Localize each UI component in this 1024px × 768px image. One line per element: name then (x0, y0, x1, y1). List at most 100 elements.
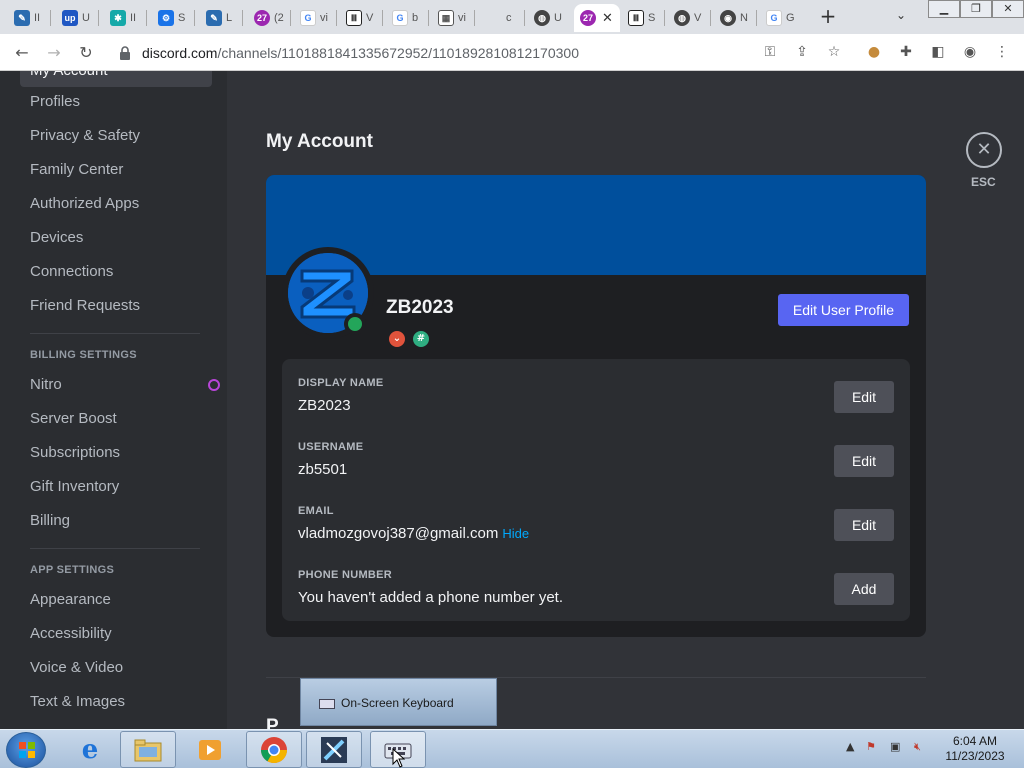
sidebar-item-gift-inventory[interactable]: Gift Inventory (20, 471, 212, 503)
close-tab-icon[interactable]: ✕ (602, 10, 613, 26)
star-icon[interactable]: ☆ (823, 41, 845, 63)
on-screen-keyboard-preview[interactable]: On-Screen Keyboard (300, 678, 497, 726)
sidebar-item-friend-requests[interactable]: Friend Requests (20, 290, 212, 322)
field-label: USERNAME (298, 441, 364, 453)
phone-number-field: PHONE NUMBER You haven't added a phone n… (298, 569, 894, 619)
field-value: You haven't added a phone number yet. (298, 589, 564, 606)
browser-tab[interactable]: ⚙ S (152, 4, 188, 32)
google-icon: G (392, 10, 408, 26)
add-phone-button[interactable]: Add (834, 573, 894, 605)
sidebar-item-profiles[interactable]: Profiles (20, 86, 212, 118)
taskbar-internet-explorer[interactable]: e (62, 731, 118, 768)
sidebar-item-nitro[interactable]: Nitro (20, 369, 220, 401)
browser-tab-strip: ✎ II up U ✱ II ⚙ S ✎ L 27 (2 G vi Ⅲ V G … (0, 0, 1024, 34)
browser-tab[interactable]: ✱ II (104, 4, 140, 32)
mouse-cursor-icon (392, 748, 406, 768)
network-icon[interactable]: ▣ (890, 740, 900, 753)
field-value: zb5501 (298, 461, 348, 478)
action-center-flag-icon[interactable]: ⚑ (866, 740, 876, 753)
browser-tab[interactable]: ◍ V (668, 4, 704, 32)
sidebar-item-appearance[interactable]: Appearance (20, 584, 212, 616)
sidebar-item-label: Nitro (30, 376, 62, 393)
sidebar-item-connections[interactable]: Connections (20, 256, 212, 288)
windows-logo-icon (19, 742, 35, 758)
counter-badge-icon: 27 (580, 10, 596, 26)
volume-muted-icon[interactable]: 🔇︎ (914, 740, 921, 754)
show-hidden-icons-icon[interactable]: ▲ (846, 740, 854, 753)
sidebar-item-voice-video[interactable]: Voice & Video (20, 652, 212, 684)
hashtag-icon[interactable]: # (413, 331, 429, 347)
edit-display-name-button[interactable]: Edit (834, 381, 894, 413)
reload-icon[interactable]: ↻ (74, 41, 98, 65)
billing-settings-header: BILLING SETTINGS (30, 349, 137, 361)
tab-search-chevron-icon[interactable]: ⌄ (896, 8, 906, 22)
internet-explorer-icon: e (81, 734, 99, 765)
sidebar-divider (30, 548, 200, 549)
browser-tab[interactable]: ✎ L (200, 4, 236, 32)
kebab-menu-icon[interactable]: ⋮ (991, 41, 1013, 63)
restore-icon[interactable]: ❐ (960, 0, 992, 18)
sidebar-item-billing[interactable]: Billing (20, 505, 212, 537)
taskbar-chrome[interactable] (246, 731, 302, 768)
browser-tab[interactable]: ◍ U (528, 4, 564, 32)
new-tab-button[interactable]: + (816, 5, 840, 29)
taskbar-clock[interactable]: 6:04 AM 11/23/2023 (940, 734, 1010, 764)
hide-email-link[interactable]: Hide (502, 526, 529, 541)
edit-username-button[interactable]: Edit (834, 445, 894, 477)
feather-icon: ✎ (14, 10, 30, 26)
next-section-title: P (266, 716, 279, 729)
side-panel-icon[interactable]: ◧ (927, 41, 949, 63)
minimize-icon[interactable]: ▁ (928, 0, 960, 18)
sidebar-item-family-center[interactable]: Family Center (20, 154, 212, 186)
url-path: /channels/1101881841335672952/1101892810… (217, 45, 579, 61)
key-icon[interactable]: ⚿ (759, 41, 781, 63)
browser-tab[interactable]: c (480, 4, 516, 32)
browser-tab[interactable]: G G (760, 4, 796, 32)
profile-avatar-icon[interactable]: ◉ (959, 41, 981, 63)
address-bar[interactable]: discord.com/channels/1101881841335672952… (108, 39, 848, 67)
taskbar-file-explorer[interactable] (120, 731, 176, 768)
sidebar-item-authorized-apps[interactable]: Authorized Apps (20, 188, 212, 220)
forward-arrow-icon[interactable]: → (42, 41, 66, 65)
tab-separator (756, 10, 757, 26)
browser-tab[interactable]: G b (386, 4, 422, 32)
browser-tab[interactable]: Ⅲ V (340, 4, 376, 32)
chrome-icon: ◉ (720, 10, 736, 26)
close-icon: ✕ (976, 139, 992, 160)
start-button[interactable] (6, 732, 46, 768)
sidebar-item-privacy-safety[interactable]: Privacy & Safety (20, 120, 212, 152)
browser-tab[interactable]: ▦ vi (432, 4, 468, 32)
browser-tab[interactable]: G vi (294, 4, 330, 32)
extensions-puzzle-icon[interactable]: ✚ (895, 41, 917, 63)
hypesquad-icon[interactable]: ⌄ (389, 331, 405, 347)
settings-sidebar: My Account Profiles Privacy & Safety Fam… (0, 71, 227, 729)
cookie-icon[interactable]: ● (863, 41, 885, 63)
browser-tab[interactable]: up U (56, 4, 92, 32)
sidebar-item-accessibility[interactable]: Accessibility (20, 618, 212, 650)
sidebar-item-my-account[interactable]: My Account (20, 71, 212, 87)
sidebar-item-server-boost[interactable]: Server Boost (20, 403, 212, 435)
taskbar-media-player[interactable] (182, 731, 238, 768)
browser-tab[interactable]: 27 (2 (248, 4, 284, 32)
edit-email-button[interactable]: Edit (834, 509, 894, 541)
esc-label: ESC (971, 175, 996, 189)
browser-tab-active[interactable]: 27 ✕ (574, 4, 620, 32)
share-icon[interactable]: ⇪ (791, 41, 813, 63)
browser-tab[interactable]: Ⅲ S (622, 4, 658, 32)
close-settings-button[interactable]: ✕ (966, 132, 1002, 168)
tab-separator (194, 10, 195, 26)
tab-separator (336, 10, 337, 26)
sidebar-item-text-images[interactable]: Text & Images (20, 686, 212, 718)
edit-user-profile-button[interactable]: Edit User Profile (778, 294, 909, 326)
browser-tab[interactable]: ✎ II (8, 4, 44, 32)
museum-icon: Ⅲ (346, 10, 362, 26)
back-arrow-icon[interactable]: ← (10, 41, 34, 65)
tab-separator (428, 10, 429, 26)
browser-tab[interactable]: ◉ N (714, 4, 750, 32)
sidebar-item-devices[interactable]: Devices (20, 222, 212, 254)
sidebar-divider (30, 333, 200, 334)
taskbar-snipping-tool[interactable] (306, 731, 362, 768)
window-close-icon[interactable]: ✕ (992, 0, 1024, 18)
sidebar-item-subscriptions[interactable]: Subscriptions (20, 437, 212, 469)
lock-icon (120, 46, 130, 60)
